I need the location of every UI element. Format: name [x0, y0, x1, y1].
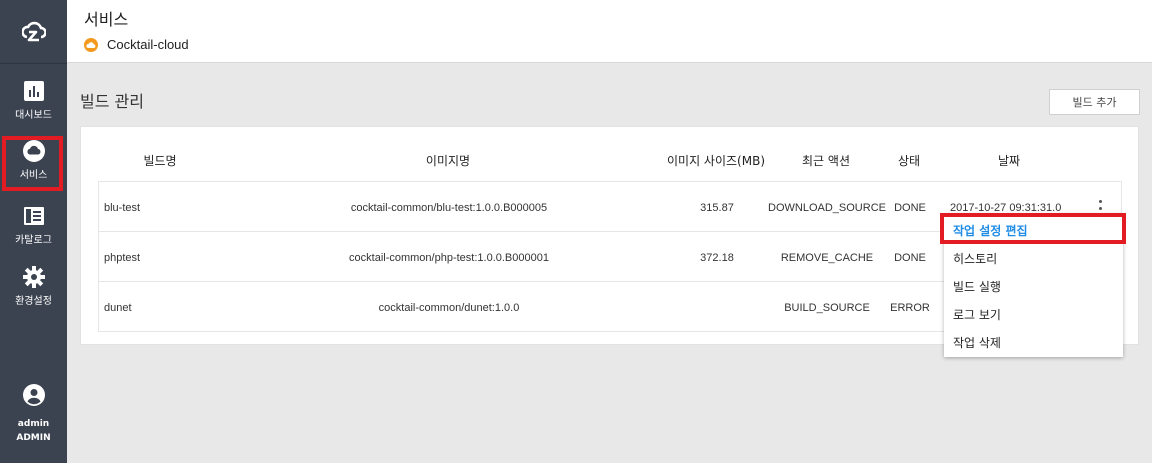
sidebar: 대시보드 서비스 카탈로그 환경설정 admin ADMIN — [0, 0, 67, 463]
user-icon — [22, 384, 45, 409]
sidebar-item-dashboard[interactable]: 대시보드 — [0, 80, 67, 121]
menu-item-history[interactable]: 히스토리 — [944, 244, 1123, 272]
cell-build-name: blu-test — [104, 202, 141, 214]
cell-build-name: dunet — [104, 302, 132, 314]
menu-item-edit-job-settings[interactable]: 작업 설정 편집 — [944, 216, 1123, 244]
cloud-badge-icon — [84, 37, 98, 52]
add-build-button[interactable]: 빌드 추가 — [1049, 89, 1140, 115]
cell-image-name: cocktail-common/php-test:1.0.0.B000001 — [349, 252, 549, 264]
cell-build-name: phptest — [104, 252, 141, 264]
user-profile[interactable]: admin ADMIN — [0, 384, 67, 443]
cloud-logo-icon[interactable] — [0, 0, 67, 63]
column-header-image-name: 이미지명 — [425, 154, 471, 168]
logo-divider — [0, 63, 67, 64]
gear-icon — [22, 266, 45, 288]
cell-status: DONE — [894, 252, 926, 264]
cell-status: ERROR — [890, 302, 930, 314]
cell-image-size: 372.18 — [700, 252, 734, 264]
service-breadcrumb: Cocktail-cloud — [84, 37, 189, 52]
cell-recent-action: DOWNLOAD_SOURCE — [768, 202, 886, 214]
section-title: 빌드 관리 — [80, 92, 144, 111]
column-header-recent-action: 최근 액션 — [802, 154, 850, 168]
menu-item-run-build[interactable]: 빌드 실행 — [944, 272, 1123, 300]
cell-date: 2017-10-27 09:31:31.0 — [950, 202, 1062, 214]
menu-item-view-log[interactable]: 로그 보기 — [944, 300, 1123, 328]
cell-recent-action: REMOVE_CACHE — [780, 252, 874, 264]
cell-image-name: cocktail-common/dunet:1.0.0 — [378, 302, 520, 314]
sidebar-item-settings[interactable]: 환경설정 — [0, 266, 67, 307]
table-header: 빌드명 이미지명 이미지 사이즈(MB) 최근 액션 상태 날짜 — [98, 127, 1122, 181]
dashboard-icon — [23, 80, 45, 102]
cell-image-size: 315.87 — [700, 202, 734, 214]
sidebar-item-label: 대시보드 — [15, 110, 52, 121]
sidebar-item-catalog[interactable]: 카탈로그 — [0, 205, 67, 246]
page-title: 서비스 — [84, 10, 129, 29]
sidebar-item-label: 서비스 — [19, 170, 48, 181]
cell-status: DONE — [894, 202, 926, 214]
sidebar-item-label: 환경설정 — [15, 296, 52, 307]
cloud-icon — [22, 140, 45, 162]
column-header-date: 날짜 — [997, 154, 1021, 168]
user-role: ADMIN — [16, 433, 51, 443]
row-context-menu: 작업 설정 편집 히스토리 빌드 실행 로그 보기 작업 삭제 — [944, 214, 1123, 357]
cell-image-name: cocktail-common/blu-test:1.0.0.B000005 — [350, 202, 548, 214]
column-header-status: 상태 — [897, 154, 921, 168]
column-header-image-size: 이미지 사이즈(MB) — [666, 154, 766, 168]
sidebar-item-service[interactable]: 서비스 — [0, 140, 67, 181]
catalog-icon — [23, 205, 45, 227]
sidebar-item-label: 카탈로그 — [15, 235, 52, 246]
column-header-build-name: 빌드명 — [143, 154, 177, 168]
cell-recent-action: BUILD_SOURCE — [784, 302, 870, 314]
page-header: 서비스 Cocktail-cloud — [67, 0, 1152, 63]
service-name: Cocktail-cloud — [107, 37, 189, 52]
user-name: admin — [17, 419, 50, 429]
menu-item-delete-job[interactable]: 작업 삭제 — [944, 328, 1123, 356]
